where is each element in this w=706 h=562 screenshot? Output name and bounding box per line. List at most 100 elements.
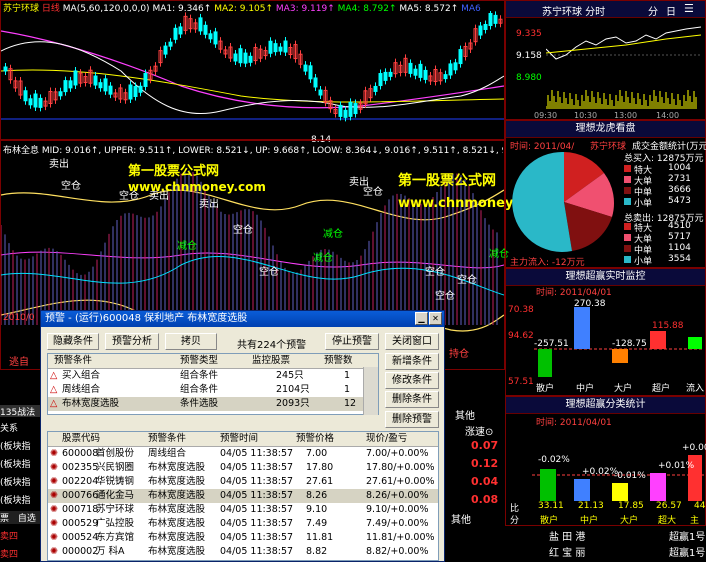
edit-condition-button[interactable]: 修改条件 <box>385 372 439 389</box>
alert-row[interactable]: ✺ 000529 广弘控股 布林宽度选股 04/05 11:38:57 7.49 7.49/… <box>48 517 438 531</box>
bottom-right-list[interactable]: 盐 田 港 超赢1号 红 宝 丽 超赢1号 <box>545 526 706 562</box>
alert-condition: 布林宽度选股 <box>148 476 206 487</box>
speed-value: 0.08 <box>471 493 499 506</box>
stat-value: 33.11 <box>538 501 564 511</box>
stat-value: 44 <box>694 501 706 511</box>
flow-amount: 3666 <box>668 185 691 195</box>
candle-body <box>173 27 178 40</box>
signal-sell: 卖出 <box>49 159 69 170</box>
signal-sell: 卖出 <box>199 199 219 210</box>
alert-price: 7.49 <box>306 518 328 529</box>
dialog-title: 预警 - (运行)600048 保利地产 布林宽度选股 <box>45 313 248 324</box>
bar-value: -128.75 <box>612 339 647 349</box>
candle-body <box>388 71 393 77</box>
candle-body <box>488 13 493 27</box>
alert-condition: 布林宽度选股 <box>148 490 206 501</box>
bar-value: 270.38 <box>574 299 606 309</box>
pct-value: -0.02% <box>538 455 570 465</box>
flow-amount: 3554 <box>668 254 691 264</box>
stop-alert-button[interactable]: 停止预警 <box>325 333 379 350</box>
flow-row: 大单 5717 <box>624 232 706 245</box>
sector-item[interactable]: (板块指 <box>0 439 31 452</box>
pct-value: -0.01% <box>614 471 646 481</box>
minimize-icon[interactable]: ▁ <box>415 312 428 325</box>
col-header: 预警价格 <box>296 433 335 444</box>
signal-empty: 空仓 <box>457 275 477 286</box>
flow-row: 特大 1004 <box>624 163 706 176</box>
intraday-title: 苏宁环球 分时 <box>542 7 606 18</box>
alert-row[interactable]: ✺ 000766 通化金马 布林宽度选股 04/05 11:38:57 8.26 8.26/… <box>48 489 438 503</box>
alert-row[interactable]: ✺ 000002 万 科A 布林宽度选股 04/05 11:38:57 8.82 8.82/… <box>48 545 438 559</box>
flow-amount: 5717 <box>668 232 691 242</box>
alert-time: 04/05 11:38:57 <box>220 518 294 529</box>
delete-condition-button[interactable]: 删除条件 <box>385 391 439 408</box>
alert-time: 04/05 11:38:57 <box>220 462 294 473</box>
stat-label: 中户 <box>580 516 599 526</box>
candle-body <box>28 98 33 106</box>
candle-body <box>38 97 43 108</box>
alert-analysis-button[interactable]: 预警分析 <box>105 333 159 350</box>
intraday-pane[interactable]: 苏宁环球 分时 分 日 ☰ 9.335 9.158 8.980 09:30 10… <box>505 0 706 120</box>
candle-body <box>33 93 38 108</box>
alert-row[interactable]: ✺ 600008 首创股份 周线组合 04/05 11:38:57 7.00 7.00/+0… <box>48 447 438 461</box>
alerts-table[interactable]: 股票代码 预警条件 预警时间 预警价格 现价/盈亏 ✺ 600008 首创股份 周线组… <box>47 431 439 561</box>
scrollbar[interactable] <box>363 367 378 415</box>
hide-conditions-button[interactable]: 隐藏条件 <box>47 333 99 350</box>
classify-title: 理想超赢分类统计 <box>506 397 705 414</box>
condition-row[interactable]: △ 买入组合 组合条件 245只 1 <box>48 369 378 383</box>
stock-code: 000002 <box>62 546 99 557</box>
legend-swatch <box>624 176 631 183</box>
tab-self-select[interactable]: 票 自选 <box>0 511 42 524</box>
tab-minute[interactable]: 分 <box>648 3 658 18</box>
tab-day[interactable]: 日 <box>666 3 676 18</box>
stat-value: 26.57 <box>656 501 682 511</box>
stock-name[interactable]: 盐 田 港 <box>549 528 585 543</box>
alert-time: 04/05 11:38:57 <box>220 490 294 501</box>
time-tick: 10:30 <box>574 111 598 120</box>
strategy-tab[interactable]: 135战法 <box>0 405 42 417</box>
alert-bell-icon: ✺ <box>50 476 58 487</box>
alert-row[interactable]: ✺ 000524 东方宾馆 布林宽度选股 04/05 11:38:57 11.81 11.8… <box>48 531 438 545</box>
legend-swatch <box>624 223 631 230</box>
flow-row: 中单 1104 <box>624 243 706 256</box>
candle-body <box>343 109 348 118</box>
candle-body <box>108 85 113 95</box>
stock-name[interactable]: 红 宝 丽 <box>549 544 585 559</box>
strategy-name: 超赢1号 <box>669 532 706 543</box>
alert-time: 04/05 11:38:57 <box>220 546 294 557</box>
copy-button[interactable]: 拷贝 <box>165 333 217 350</box>
other-tab[interactable]: 其他 <box>451 511 471 526</box>
current-price: 8.26/+0.00% <box>366 490 429 501</box>
conditions-table[interactable]: 预警条件 预警类型 监控股票 预警数 △ 买入组合 组合条件 245只 1 △ 周线组合 组合… <box>47 353 379 415</box>
alert-time: 04/05 11:38:57 <box>220 476 294 487</box>
close-window-button[interactable]: 关闭窗口 <box>385 333 439 350</box>
candle-body <box>378 73 383 87</box>
condition-row[interactable]: △ 布林宽度选股 条件选股 2093只 12 <box>48 397 378 411</box>
main-kline-pane[interactable]: 苏宁环球 日线 MA(5,60,120,0,0,0) MA1: 9.346↑ M… <box>0 0 505 145</box>
alert-row[interactable]: ✺ 002204 华锐铸钢 布林宽度选股 04/05 11:38:57 27.61 27.6… <box>48 475 438 489</box>
axis-tick: 70.38 <box>508 305 534 315</box>
signal-reduce: 减仓 <box>177 241 197 252</box>
sector-item[interactable]: (板块指 <box>0 493 31 506</box>
stock-code: 002355 <box>62 462 99 473</box>
close-icon[interactable]: ✕ <box>429 312 442 325</box>
bar-label: 中户 <box>576 384 595 394</box>
candle-body <box>413 68 418 76</box>
menu-icon[interactable]: ☰ <box>684 2 694 15</box>
dialog-titlebar[interactable]: 预警 - (运行)600048 保利地产 布林宽度选股 ▁ ✕ <box>41 311 444 327</box>
classify-time: 时间: 2011/04/01 <box>536 418 612 428</box>
speed-header[interactable]: 涨速⊙ <box>465 423 493 438</box>
sector-item[interactable]: (板块指 <box>0 457 31 470</box>
col-header: 预警条件 <box>54 355 93 366</box>
col-header: 监控股票 <box>252 355 291 366</box>
sector-item[interactable]: (板块指 <box>0 475 31 488</box>
alert-row[interactable]: ✺ 002355 兴民钢圈 布林宽度选股 04/05 11:38:57 17.80 17.8… <box>48 461 438 475</box>
alert-row[interactable]: ✺ 000718 苏宁环球 布林宽度选股 04/05 11:38:57 9.10 9.10/… <box>48 503 438 517</box>
other-tab[interactable]: 其他 <box>455 407 475 422</box>
signal-empty: 空仓 <box>363 187 383 198</box>
condition-row[interactable]: △ 周线组合 组合条件 2104只 1 <box>48 383 378 397</box>
delete-alert-button[interactable]: 删除预警 <box>385 411 439 428</box>
alert-bell-icon: ✺ <box>50 448 58 459</box>
new-condition-button[interactable]: 新增条件 <box>385 353 439 370</box>
alert-bell-icon: ✺ <box>50 532 58 543</box>
